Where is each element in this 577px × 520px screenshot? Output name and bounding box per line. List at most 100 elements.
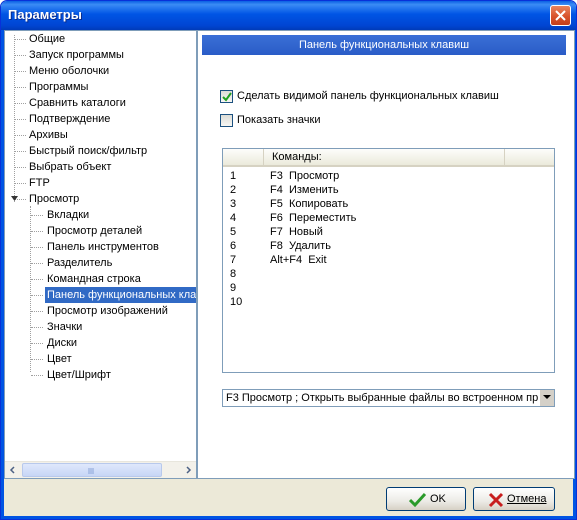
tree-item[interactable]: Программы — [5, 79, 196, 95]
scroll-left-icon[interactable] — [5, 462, 21, 478]
checkmark-icon — [222, 92, 232, 102]
list-item[interactable]: 10 — [223, 295, 554, 309]
combo-dropdown-button[interactable] — [539, 390, 554, 406]
tree-item-label: Просмотр деталей — [47, 225, 143, 237]
command-select-value: F3 Просмотр ; Открыть выбранные файлы во… — [226, 392, 538, 404]
tree-connector — [31, 343, 43, 344]
ok-label: OK — [430, 493, 446, 505]
tree-connector — [15, 87, 26, 88]
ok-button[interactable]: OK — [386, 487, 466, 511]
tree-item[interactable]: Архивы — [5, 127, 196, 143]
list-item-number: 1 — [230, 170, 237, 182]
column-commands[interactable]: Команды: — [264, 149, 505, 165]
settings-tree[interactable]: Общие Запуск программы Меню оболочки Програ… — [4, 30, 197, 479]
tree-item-label: Панель функциональных клавиш — [45, 287, 196, 303]
tree-item[interactable]: FTP — [5, 175, 196, 191]
list-item[interactable]: 9 — [223, 281, 554, 295]
list-item[interactable]: 7 Alt+F4 Exit — [223, 253, 554, 267]
tree-item[interactable]: Цвет — [5, 351, 196, 367]
tree-connector — [31, 295, 43, 296]
tree-item[interactable]: Быстрый поиск/фильтр — [5, 143, 196, 159]
title-bar[interactable]: Параметры — [1, 1, 576, 30]
tree-connector — [15, 71, 26, 72]
list-item[interactable]: 5 F7 Новый — [223, 225, 554, 239]
tree-item[interactable]: Запуск программы — [5, 47, 196, 63]
tree-item[interactable]: Просмотр деталей — [5, 223, 196, 239]
show-fkeys-checkbox[interactable] — [220, 90, 233, 103]
tree-item-label: Диски — [47, 337, 78, 349]
show-icons-checkbox[interactable] — [220, 114, 233, 127]
list-item[interactable]: 1 F3 Просмотр — [223, 169, 554, 183]
list-item-number: 6 — [230, 240, 237, 252]
collapse-icon[interactable] — [11, 195, 18, 202]
tree-connector — [15, 151, 26, 152]
tree-item-label: Быстрый поиск/фильтр — [29, 145, 148, 157]
tree-connector — [15, 183, 26, 184]
tree-item-label: Разделитель — [47, 257, 113, 269]
options-dialog: Параметры Общие Запуск программы Меню обол… — [0, 0, 577, 520]
list-item-number: 10 — [230, 296, 243, 308]
scroll-thumb[interactable] — [22, 463, 162, 477]
tree-item[interactable]: Просмотр изображений — [5, 303, 196, 319]
tree-item[interactable]: Значки — [5, 319, 196, 335]
tree-item[interactable]: Вкладки — [5, 207, 196, 223]
list-item[interactable]: 4 F6 Переместить — [223, 211, 554, 225]
tree-connector — [31, 279, 43, 280]
list-item-number: 4 — [230, 212, 237, 224]
list-item[interactable]: 6 F8 Удалить — [223, 239, 554, 253]
column-number[interactable] — [223, 149, 264, 165]
tree-connector — [31, 327, 43, 328]
tree-item[interactable]: Командная строка — [5, 271, 196, 287]
show-fkeys-label: Сделать видимой панель функциональных кл… — [237, 90, 499, 102]
tree-connector — [31, 247, 43, 248]
list-item-number: 5 — [230, 226, 237, 238]
list-header: Команды: — [223, 149, 554, 167]
tree-item-label: Цвет — [47, 353, 72, 365]
tree-connector — [31, 215, 43, 216]
fkeys-list[interactable]: Команды: 1 F3 Просмотр 2 F4 Изменить 3 F5 Коп… — [222, 148, 555, 373]
tree-item-label: Подтверждение — [29, 113, 111, 125]
tree-item[interactable]: Просмотр — [5, 191, 196, 207]
checkmark-icon — [409, 492, 427, 508]
tree-item-label: FTP — [29, 177, 50, 189]
tree-item[interactable]: Цвет/Шрифт — [5, 367, 196, 383]
list-item-command: F7 Новый — [270, 226, 323, 238]
list-item-number: 8 — [230, 268, 237, 280]
tree-item[interactable]: Подтверждение — [5, 111, 196, 127]
tree-item-label: Командная строка — [47, 273, 141, 285]
cancel-button[interactable]: Отмена — [473, 487, 555, 511]
tree-item-label: Сравнить каталоги — [29, 97, 126, 109]
command-select[interactable]: F3 Просмотр ; Открыть выбранные файлы во… — [222, 389, 555, 407]
tree-item[interactable]: Сравнить каталоги — [5, 95, 196, 111]
scroll-right-icon[interactable] — [180, 462, 196, 478]
list-item-number: 3 — [230, 198, 237, 210]
list-item[interactable]: 2 F4 Изменить — [223, 183, 554, 197]
tree-item-label: Панель инструментов — [47, 241, 159, 253]
grip-icon — [88, 468, 94, 474]
tree-item-label: Вкладки — [47, 209, 90, 221]
settings-panel: Панель функциональных клавиш Сделать вид… — [197, 30, 575, 479]
tree-item[interactable]: Панель функциональных клавиш — [5, 287, 196, 303]
tree-connector — [31, 375, 43, 376]
tree-connector — [31, 311, 43, 312]
list-item-number: 7 — [230, 254, 237, 266]
tree-item[interactable]: Разделитель — [5, 255, 196, 271]
tree-connector — [15, 119, 26, 120]
close-button[interactable] — [550, 5, 571, 26]
cancel-label: Отмена — [507, 493, 547, 505]
tree-item[interactable]: Диски — [5, 335, 196, 351]
panel-header: Панель функциональных клавиш — [202, 35, 566, 55]
tree-item[interactable]: Выбрать объект — [5, 159, 196, 175]
tree-horizontal-scrollbar[interactable] — [5, 461, 196, 478]
list-item[interactable]: 3 F5 Копировать — [223, 197, 554, 211]
list-item[interactable]: 8 — [223, 267, 554, 281]
chevron-down-icon — [543, 395, 551, 399]
tree-connector — [31, 263, 43, 264]
tree-item[interactable]: Общие — [5, 31, 196, 47]
list-item-command: F3 Просмотр — [270, 170, 340, 182]
tree-item-label: Цвет/Шрифт — [47, 369, 111, 381]
tree-item[interactable]: Панель инструментов — [5, 239, 196, 255]
tree-item[interactable]: Меню оболочки — [5, 63, 196, 79]
tree-connector — [31, 231, 43, 232]
tree-item-label: Просмотр изображений — [47, 305, 168, 317]
